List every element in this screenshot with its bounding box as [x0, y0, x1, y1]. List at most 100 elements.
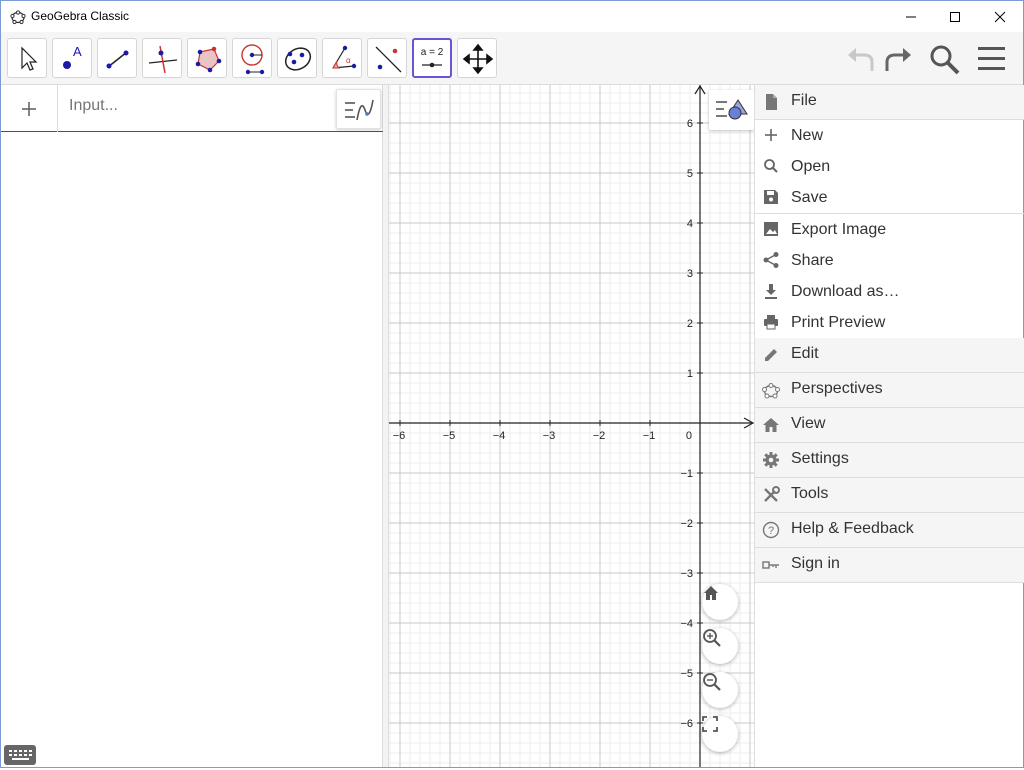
menu-item-download-as-label: Download as… [791, 282, 900, 300]
menu-file[interactable]: File [755, 85, 1024, 120]
print-icon [764, 315, 778, 330]
menu-item-export-image-label: Export Image [791, 220, 887, 238]
fullscreen-button[interactable] [702, 716, 738, 752]
menu-item-export-image[interactable]: Export Image [755, 214, 1024, 245]
minimize-icon [906, 16, 916, 17]
undo-icon[interactable] [844, 44, 878, 74]
slider-tool-button[interactable]: a = 2 [412, 38, 452, 78]
menu-edit[interactable]: Edit [755, 338, 1024, 373]
svg-text:?: ? [768, 525, 774, 537]
move-graphics-view-tool-button[interactable] [457, 38, 497, 78]
maximize-icon [950, 11, 960, 22]
search-icon[interactable] [927, 42, 961, 76]
y-tick-label: −4 [680, 618, 693, 630]
x-tick-label: −3 [543, 430, 556, 442]
menu-file-label: File [791, 92, 817, 109]
window-title: GeoGebra Classic [31, 9, 130, 23]
y-tick-label: 3 [687, 268, 693, 280]
menu-item-new[interactable]: New [755, 120, 1024, 151]
perspectives-icon [762, 383, 780, 399]
minimize-button[interactable] [888, 1, 934, 32]
y-tick-label: −1 [680, 468, 693, 480]
perpendicular-line-tool-button[interactable] [142, 38, 182, 78]
y-tick-label: 5 [687, 168, 693, 180]
help-icon: ? [762, 521, 780, 539]
menu-item-save[interactable]: Save [755, 182, 1024, 213]
angle-icon: α [332, 45, 357, 69]
graphics-style-button[interactable] [709, 90, 754, 130]
line-icon [106, 50, 129, 69]
coordinate-grid: −6 −5 −4 −3 −2 −1 0 6 5 4 3 2 1 −1 −2 −3 −4 −5 −6 [389, 85, 754, 767]
move-arrows-icon [462, 43, 494, 75]
virtual-keyboard-button[interactable] [4, 745, 36, 765]
svg-text:α: α [346, 56, 351, 65]
y-tick-label: −6 [680, 718, 693, 730]
conic-tool-button[interactable] [277, 38, 317, 78]
polygon-icon [195, 46, 222, 73]
graphics-view[interactable]: −6 −5 −4 −3 −2 −1 0 6 5 4 3 2 1 −1 −2 −3 −4 −5 −6 [389, 85, 754, 767]
menu-item-share-label: Share [791, 251, 834, 269]
x-tick-label: −4 [493, 430, 506, 442]
file-icon [766, 94, 777, 110]
menu-item-open[interactable]: Open [755, 151, 1024, 182]
reflect-tool-button[interactable] [367, 38, 407, 78]
maximize-button[interactable] [932, 1, 978, 32]
y-tick-label: 1 [687, 368, 693, 380]
add-item-button[interactable] [1, 85, 58, 132]
image-icon [764, 222, 778, 236]
redo-icon[interactable] [881, 44, 915, 74]
circle-icon [241, 44, 265, 75]
slider-icon [422, 62, 442, 68]
menu-settings[interactable]: Settings [755, 443, 1024, 478]
move-tool-button[interactable] [7, 38, 47, 78]
zoom-in-button[interactable] [702, 628, 738, 664]
circle-tool-button[interactable] [232, 38, 272, 78]
angle-tool-button[interactable]: α [322, 38, 362, 78]
close-icon [994, 11, 1006, 22]
menu-item-share[interactable]: Share [755, 245, 1024, 276]
arrow-cursor-icon [21, 46, 38, 71]
x-tick-label: −2 [593, 430, 606, 442]
save-icon [764, 190, 778, 204]
menu-item-new-label: New [791, 126, 824, 144]
menu-sign-in[interactable]: Sign in [755, 548, 1024, 583]
point-tool-button[interactable]: A [52, 38, 92, 78]
home-icon [704, 586, 718, 600]
point-icon: A [63, 44, 82, 69]
algebra-input[interactable] [69, 97, 319, 115]
menu-item-print-preview[interactable]: Print Preview [755, 307, 1024, 338]
menu-tools-label: Tools [791, 485, 829, 502]
algebra-view [1, 85, 383, 767]
home-icon [763, 418, 779, 432]
main-menu: File New Open Save Export Image Share Do… [754, 85, 1024, 767]
close-window-button[interactable] [977, 1, 1023, 32]
pencil-icon [765, 349, 777, 361]
plus-icon [765, 129, 777, 141]
menu-edit-label: Edit [791, 345, 819, 362]
x-tick-label: −6 [393, 430, 406, 442]
standard-view-button[interactable] [702, 584, 738, 620]
menu-item-download-as[interactable]: Download as… [755, 276, 1024, 307]
ellipse-icon [284, 47, 312, 71]
menu-help-feedback[interactable]: ? Help & Feedback [755, 513, 1024, 548]
zoom-out-button[interactable] [702, 672, 738, 708]
keyboard-icon [9, 750, 32, 760]
menu-view-label: View [791, 415, 826, 432]
line-tool-button[interactable] [97, 38, 137, 78]
share-icon [763, 252, 779, 268]
menu-perspectives[interactable]: Perspectives [755, 373, 1024, 408]
title-bar: GeoGebra Classic [1, 1, 1023, 32]
menu-tools[interactable]: Tools [755, 478, 1024, 513]
geogebra-window: GeoGebra Classic A α a = 2 Input... −6 −… [0, 0, 1024, 768]
menu-hamburger-icon[interactable] [976, 44, 1008, 74]
menu-help-feedback-label: Help & Feedback [791, 520, 914, 537]
algebra-style-button[interactable] [336, 89, 381, 129]
x-tick-label: −1 [643, 430, 656, 442]
menu-view[interactable]: View [755, 408, 1024, 443]
polygon-tool-button[interactable] [187, 38, 227, 78]
y-tick-label: −5 [680, 668, 693, 680]
zoom-in-icon [703, 629, 721, 647]
zoom-out-icon [703, 673, 721, 691]
algebra-input-row [1, 85, 383, 132]
menu-settings-label: Settings [791, 450, 849, 467]
